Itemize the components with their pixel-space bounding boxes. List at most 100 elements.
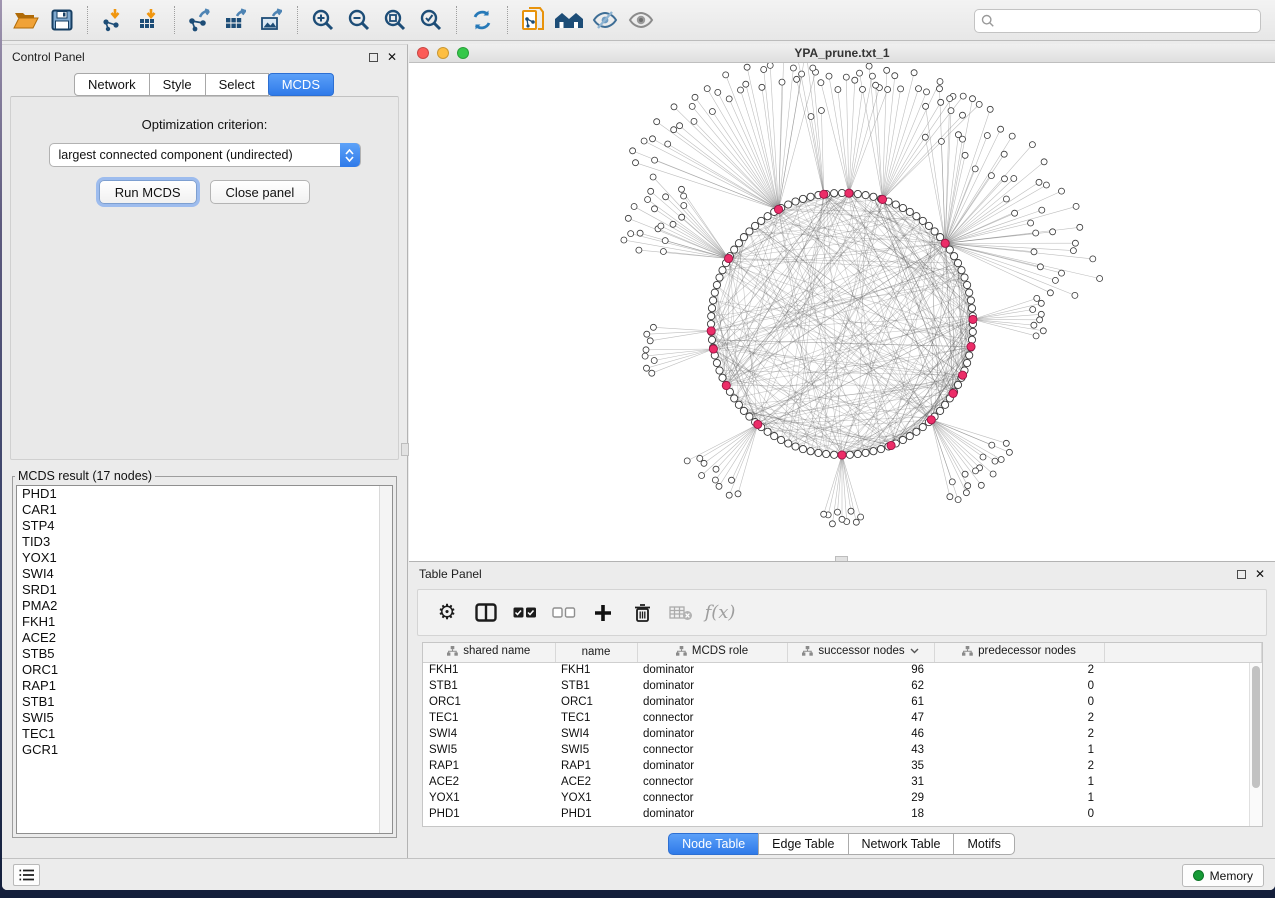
- zoom-in-button[interactable]: [305, 4, 341, 36]
- network-leaf-node[interactable]: [644, 331, 650, 337]
- network-node[interactable]: [735, 240, 742, 247]
- network-leaf-node[interactable]: [998, 457, 1004, 463]
- network-node[interactable]: [752, 222, 759, 229]
- network-leaf-node[interactable]: [621, 237, 627, 243]
- network-leaf-node[interactable]: [857, 70, 863, 76]
- network-leaf-node[interactable]: [1037, 264, 1043, 270]
- zoom-out-button[interactable]: [341, 4, 377, 36]
- network-leaf-node[interactable]: [1033, 333, 1039, 339]
- network-leaf-node[interactable]: [670, 221, 676, 227]
- network-mcds-node[interactable]: [878, 195, 886, 203]
- network-leaf-node[interactable]: [1002, 176, 1008, 182]
- tab-style[interactable]: Style: [149, 73, 206, 96]
- tab-motifs[interactable]: Motifs: [953, 833, 1014, 855]
- network-leaf-node[interactable]: [630, 148, 636, 154]
- show-columns-button[interactable]: [471, 598, 501, 628]
- network-leaf-node[interactable]: [738, 87, 744, 93]
- network-node[interactable]: [708, 313, 715, 320]
- network-leaf-node[interactable]: [980, 454, 986, 460]
- network-leaf-node[interactable]: [885, 87, 891, 93]
- network-leaf-node[interactable]: [794, 76, 800, 82]
- network-node[interactable]: [964, 359, 971, 366]
- export-table-button[interactable]: [218, 4, 254, 36]
- network-leaf-node[interactable]: [924, 89, 930, 95]
- network-leaf-node[interactable]: [641, 138, 647, 144]
- mcds-result-item[interactable]: FKH1: [17, 614, 392, 630]
- network-leaf-node[interactable]: [716, 483, 722, 489]
- network-leaf-node[interactable]: [790, 65, 796, 71]
- table-scrollbar-thumb[interactable]: [1252, 666, 1260, 788]
- memory-button[interactable]: Memory: [1182, 864, 1264, 887]
- network-leaf-node[interactable]: [1039, 207, 1045, 213]
- delete-column-button[interactable]: [627, 598, 657, 628]
- column-header-successor-nodes[interactable]: successor nodes: [787, 643, 934, 662]
- network-node[interactable]: [708, 336, 715, 343]
- network-leaf-node[interactable]: [650, 136, 656, 142]
- network-leaf-node[interactable]: [644, 365, 650, 371]
- table-scrollbar[interactable]: [1249, 663, 1262, 826]
- network-leaf-node[interactable]: [1072, 240, 1078, 246]
- network-node[interactable]: [862, 449, 869, 456]
- network-node[interactable]: [716, 274, 723, 281]
- network-leaf-node[interactable]: [1070, 248, 1076, 254]
- network-leaf-node[interactable]: [1012, 210, 1018, 216]
- network-leaf-node[interactable]: [723, 72, 729, 78]
- network-node[interactable]: [740, 407, 747, 414]
- add-column-button[interactable]: [588, 598, 618, 628]
- network-node[interactable]: [778, 436, 785, 443]
- network-leaf-node[interactable]: [965, 483, 971, 489]
- network-leaf-node[interactable]: [973, 468, 979, 474]
- export-image-button[interactable]: [254, 4, 290, 36]
- network-leaf-node[interactable]: [681, 203, 687, 209]
- network-mcds-node[interactable]: [967, 343, 975, 351]
- network-leaf-node[interactable]: [743, 81, 749, 87]
- mcds-result-item[interactable]: PHD1: [17, 486, 392, 502]
- import-table-button[interactable]: [131, 4, 167, 36]
- network-leaf-node[interactable]: [978, 482, 984, 488]
- network-leaf-node[interactable]: [761, 67, 767, 73]
- network-node[interactable]: [785, 440, 792, 447]
- maximize-window-button[interactable]: [457, 47, 469, 59]
- network-leaf-node[interactable]: [648, 188, 654, 194]
- network-leaf-node[interactable]: [1009, 133, 1015, 139]
- network-mcds-node[interactable]: [927, 416, 935, 424]
- network-leaf-node[interactable]: [633, 160, 639, 166]
- tab-network-table[interactable]: Network Table: [848, 833, 955, 855]
- network-leaf-node[interactable]: [848, 508, 854, 514]
- network-node[interactable]: [906, 433, 913, 440]
- network-node[interactable]: [719, 374, 726, 381]
- network-node[interactable]: [954, 381, 961, 388]
- mcds-result-item[interactable]: YOX1: [17, 550, 392, 566]
- network-leaf-node[interactable]: [652, 157, 658, 163]
- network-leaf-node[interactable]: [892, 73, 898, 79]
- network-leaf-node[interactable]: [699, 473, 705, 479]
- network-leaf-node[interactable]: [949, 479, 955, 485]
- network-mcds-node[interactable]: [845, 189, 853, 197]
- mcds-result-item[interactable]: GCR1: [17, 742, 392, 758]
- network-leaf-node[interactable]: [1030, 307, 1036, 313]
- tab-edge-table[interactable]: Edge Table: [758, 833, 848, 855]
- network-leaf-node[interactable]: [650, 174, 656, 180]
- network-mcds-node[interactable]: [887, 441, 895, 449]
- network-leaf-node[interactable]: [799, 71, 805, 77]
- network-leaf-node[interactable]: [873, 82, 879, 88]
- network-mcds-node[interactable]: [969, 315, 977, 323]
- network-leaf-node[interactable]: [947, 96, 953, 102]
- network-leaf-node[interactable]: [684, 458, 690, 464]
- table-row[interactable]: TEC1TEC1connector472: [423, 710, 1262, 726]
- network-node[interactable]: [913, 428, 920, 435]
- tab-select[interactable]: Select: [205, 73, 269, 96]
- mcds-result-item[interactable]: PMA2: [17, 598, 392, 614]
- network-leaf-node[interactable]: [651, 358, 657, 364]
- mcds-result-list[interactable]: PHD1CAR1STP4TID3YOX1SWI4SRD1PMA2FKH1ACE2…: [16, 485, 393, 834]
- network-mcds-node[interactable]: [949, 389, 957, 397]
- network-leaf-node[interactable]: [990, 471, 996, 477]
- network-leaf-node[interactable]: [642, 353, 648, 359]
- network-leaf-node[interactable]: [759, 84, 765, 90]
- network-leaf-node[interactable]: [691, 118, 697, 124]
- network-node[interactable]: [771, 433, 778, 440]
- network-leaf-node[interactable]: [992, 458, 998, 464]
- network-node[interactable]: [854, 190, 861, 197]
- network-leaf-node[interactable]: [1036, 179, 1042, 185]
- network-leaf-node[interactable]: [1097, 276, 1103, 282]
